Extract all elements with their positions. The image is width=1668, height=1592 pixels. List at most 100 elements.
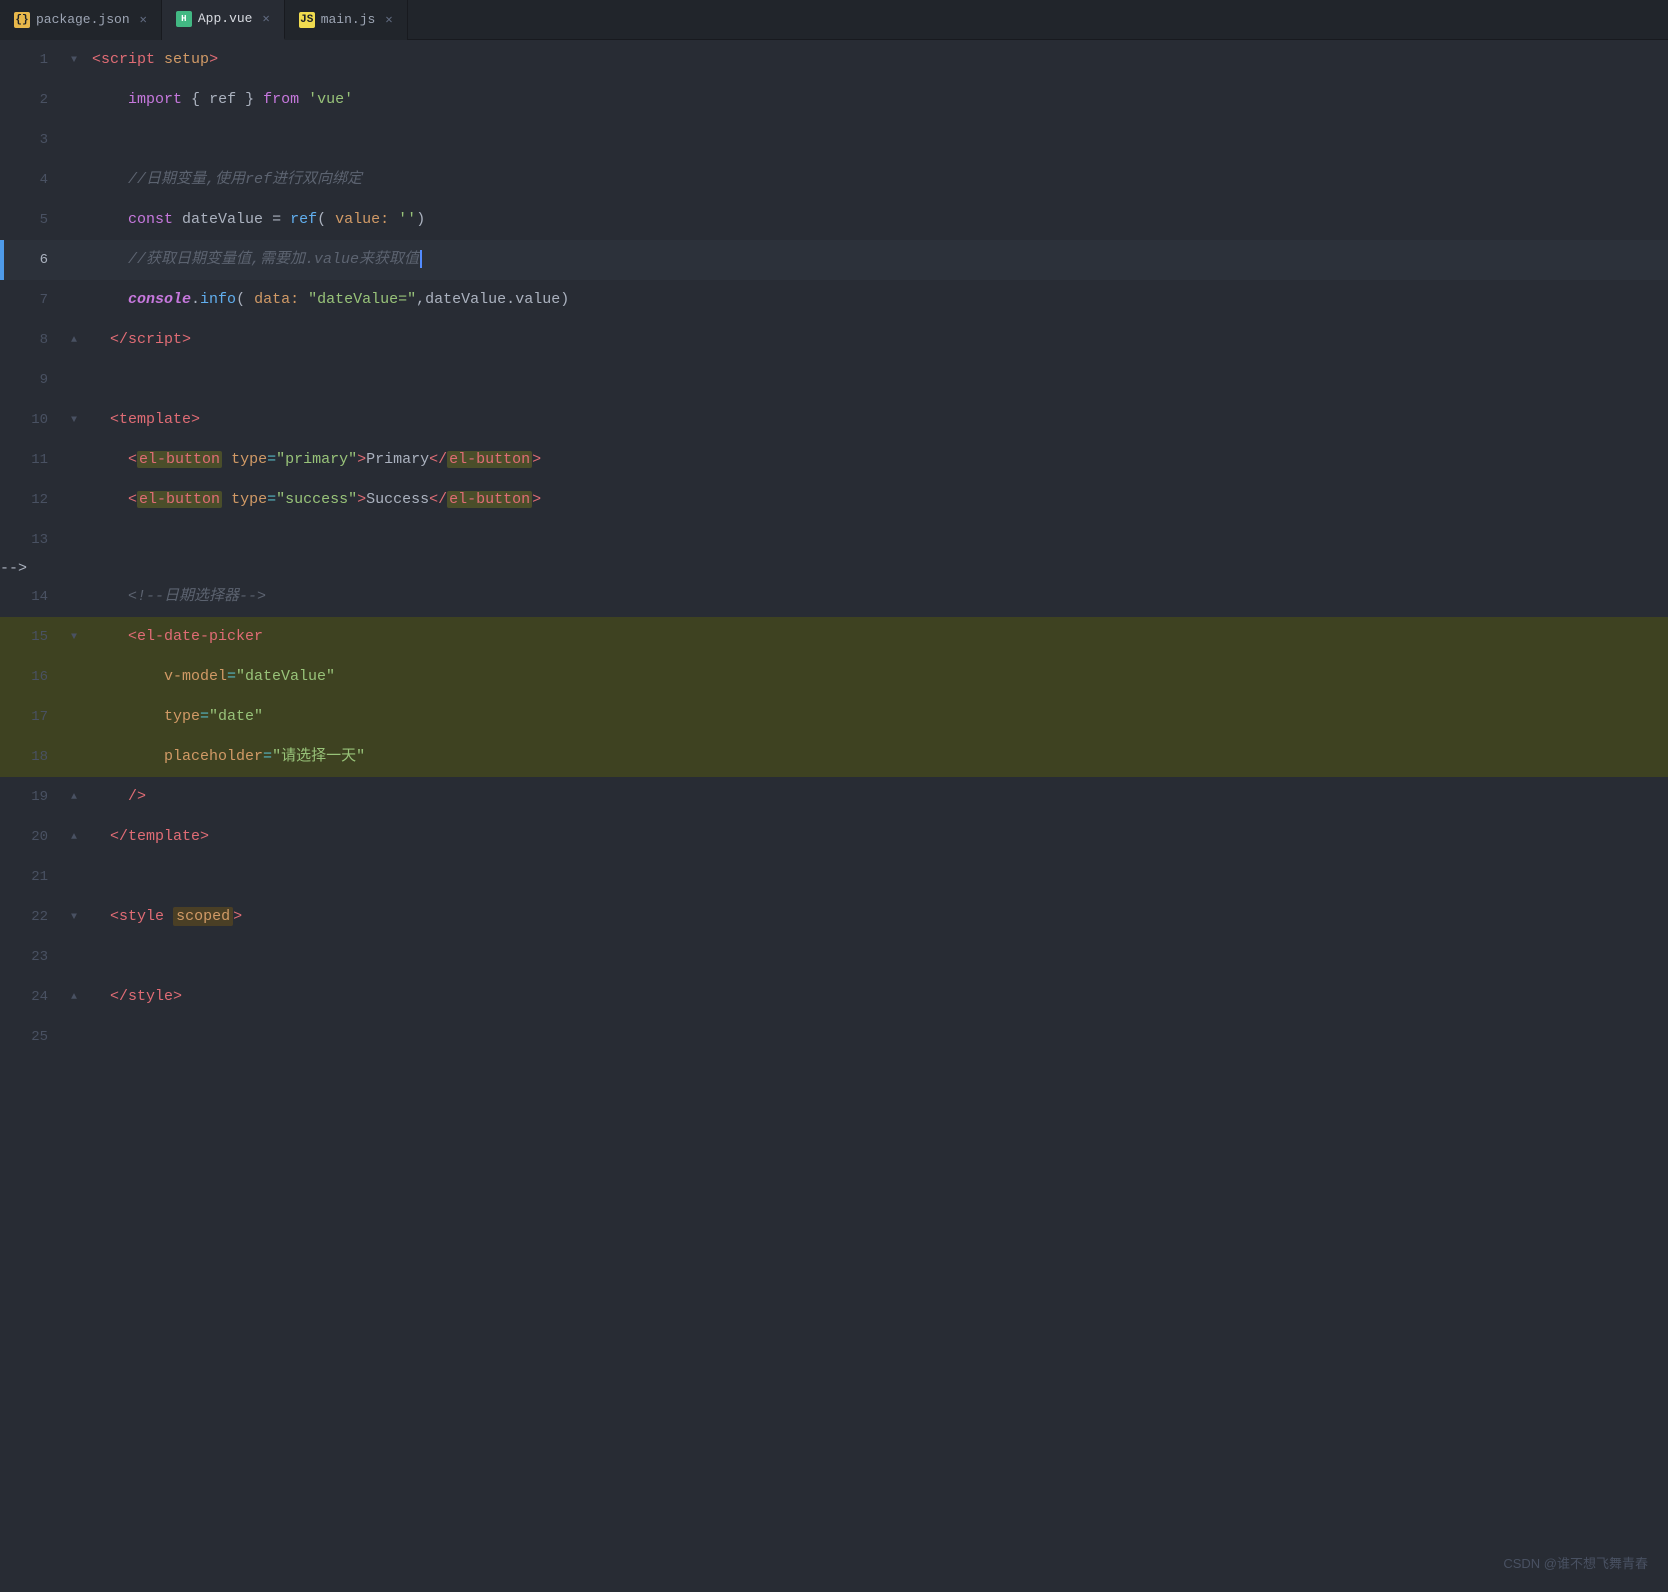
line-13: 13 xyxy=(0,520,1668,560)
app-vue-icon: H xyxy=(176,11,192,27)
line-4-number: 4 xyxy=(4,160,64,200)
line-24-code: </style> xyxy=(84,977,1668,1017)
line-12-fold xyxy=(64,480,84,520)
tab-package-json-close[interactable]: ✕ xyxy=(140,14,147,26)
line-6-fold xyxy=(64,240,84,280)
line-5-code: const dateValue = ref( value: '') xyxy=(84,200,1668,240)
line-18-code: placeholder="请选择一天" xyxy=(84,737,1668,777)
line-9: 9 xyxy=(0,360,1668,400)
line-16: 16 v-model="dateValue" xyxy=(0,657,1668,697)
line-16-code: v-model="dateValue" xyxy=(84,657,1668,697)
tab-app-vue-close[interactable]: ✕ xyxy=(262,13,269,25)
line-21-code xyxy=(84,857,1668,897)
line-23-number: 23 xyxy=(4,937,64,977)
tab-main-js-label: main.js xyxy=(321,12,376,27)
line-8-code: </script> xyxy=(84,320,1668,360)
line-1-number: 1 xyxy=(4,40,64,80)
line-22-code: <style scoped> xyxy=(84,897,1668,937)
line-6-number: 6 xyxy=(4,240,64,280)
line-24: 24 ▲ </style> xyxy=(0,977,1668,1017)
line-7-fold xyxy=(64,280,84,320)
line-13-number: 13 xyxy=(4,520,64,560)
line-16-fold xyxy=(64,657,84,697)
line-23-fold xyxy=(64,937,84,977)
line-9-fold xyxy=(64,360,84,400)
line-17-code: type="date" xyxy=(84,697,1668,737)
line-19-fold[interactable]: ▲ xyxy=(64,777,84,817)
line-8-fold[interactable]: ▲ xyxy=(64,320,84,360)
tab-app-vue-label: App.vue xyxy=(198,11,253,26)
line-25-number: 25 xyxy=(4,1017,64,1057)
line-10-number: 10 xyxy=(4,400,64,440)
package-json-icon: {} xyxy=(14,12,30,28)
line-3-fold xyxy=(64,120,84,160)
line-17-number: 17 xyxy=(4,697,64,737)
line-10-fold[interactable]: ▼ xyxy=(64,400,84,440)
line-22-fold[interactable]: ▼ xyxy=(64,897,84,937)
line-12-number: 12 xyxy=(4,480,64,520)
line-3: 3 xyxy=(0,120,1668,160)
line-1-fold[interactable]: ▼ xyxy=(64,40,84,80)
line-24-number: 24 xyxy=(4,977,64,1017)
line-17-fold xyxy=(64,697,84,737)
line-3-code xyxy=(84,120,1668,160)
line-5-number: 5 xyxy=(4,200,64,240)
line-20-code: </template> xyxy=(84,817,1668,857)
line-11: 11 <el-button type="primary">Primary</el… xyxy=(0,440,1668,480)
line-18: 18 placeholder="请选择一天" xyxy=(0,737,1668,777)
line-24-fold[interactable]: ▲ xyxy=(64,977,84,1017)
line-12-code: <el-button type="success">Success</el-bu… xyxy=(84,480,1668,520)
line-23-code xyxy=(84,937,1668,977)
line-17: 17 type="date" xyxy=(0,697,1668,737)
line-21-number: 21 xyxy=(4,857,64,897)
line-16-number: 16 xyxy=(4,657,64,697)
line-12: 12 <el-button type="success">Success</el… xyxy=(0,480,1668,520)
line-10-code: <template> xyxy=(84,400,1668,440)
line-11-fold xyxy=(64,440,84,480)
line-2-number: 2 xyxy=(4,80,64,120)
line-14: 14 <!--日期选择器--> xyxy=(0,577,1668,617)
line-7-number: 7 xyxy=(4,280,64,320)
line-3-number: 3 xyxy=(4,120,64,160)
line-11-number: 11 xyxy=(4,440,64,480)
tab-package-json[interactable]: {} package.json ✕ xyxy=(0,0,162,40)
line-4: 4 //日期变量,使用ref进行双向绑定 xyxy=(0,160,1668,200)
line-7-code: console.info( data: "dateValue=",dateVal… xyxy=(84,280,1668,320)
line-19-number: 19 xyxy=(4,777,64,817)
line-19-code: /> xyxy=(84,777,1668,817)
line-15-code: <el-date-picker xyxy=(84,617,1668,657)
line-18-fold xyxy=(64,737,84,777)
line-14-fold xyxy=(64,577,84,617)
line-15-fold[interactable]: ▼ xyxy=(64,617,84,657)
line-2-fold xyxy=(64,80,84,120)
line-25-fold xyxy=(64,1017,84,1057)
line-5: 5 const dateValue = ref( value: '') xyxy=(0,200,1668,240)
line-22: 22 ▼ <style scoped> xyxy=(0,897,1668,937)
main-js-icon: JS xyxy=(299,12,315,28)
line-20-fold[interactable]: ▲ xyxy=(64,817,84,857)
line-1: 1 ▼ <script setup> xyxy=(0,40,1668,80)
line-15-number: 15 xyxy=(4,617,64,657)
line-6-code: //获取日期变量值,需要加.value来获取值 xyxy=(84,240,1668,280)
tab-app-vue[interactable]: H App.vue ✕ xyxy=(162,0,285,40)
line-20-number: 20 xyxy=(4,817,64,857)
line-1-code: <script setup> xyxy=(84,40,1668,80)
line-2-code: import { ref } from 'vue' xyxy=(84,80,1668,120)
line-10: 10 ▼ <template> xyxy=(0,400,1668,440)
line-9-number: 9 xyxy=(4,360,64,400)
line-4-fold xyxy=(64,160,84,200)
line-8: 8 ▲ </script> xyxy=(0,320,1668,360)
line-8-number: 8 xyxy=(4,320,64,360)
line-7: 7 console.info( data: "dateValue=",dateV… xyxy=(0,280,1668,320)
line-4-code: //日期变量,使用ref进行双向绑定 xyxy=(84,160,1668,200)
line-19: 19 ▲ /> xyxy=(0,777,1668,817)
line-25: 25 xyxy=(0,1017,1668,1057)
line-25-code xyxy=(84,1017,1668,1057)
line-14-code: <!--日期选择器--> xyxy=(84,577,1668,617)
line-2: 2 import { ref } from 'vue' xyxy=(0,80,1668,120)
line-6: 6 //获取日期变量值,需要加.value来获取值 xyxy=(0,240,1668,280)
line-18-number: 18 xyxy=(4,737,64,777)
tab-main-js[interactable]: JS main.js ✕ xyxy=(285,0,408,40)
tab-main-js-close[interactable]: ✕ xyxy=(385,14,392,26)
line-9-code xyxy=(84,360,1668,400)
